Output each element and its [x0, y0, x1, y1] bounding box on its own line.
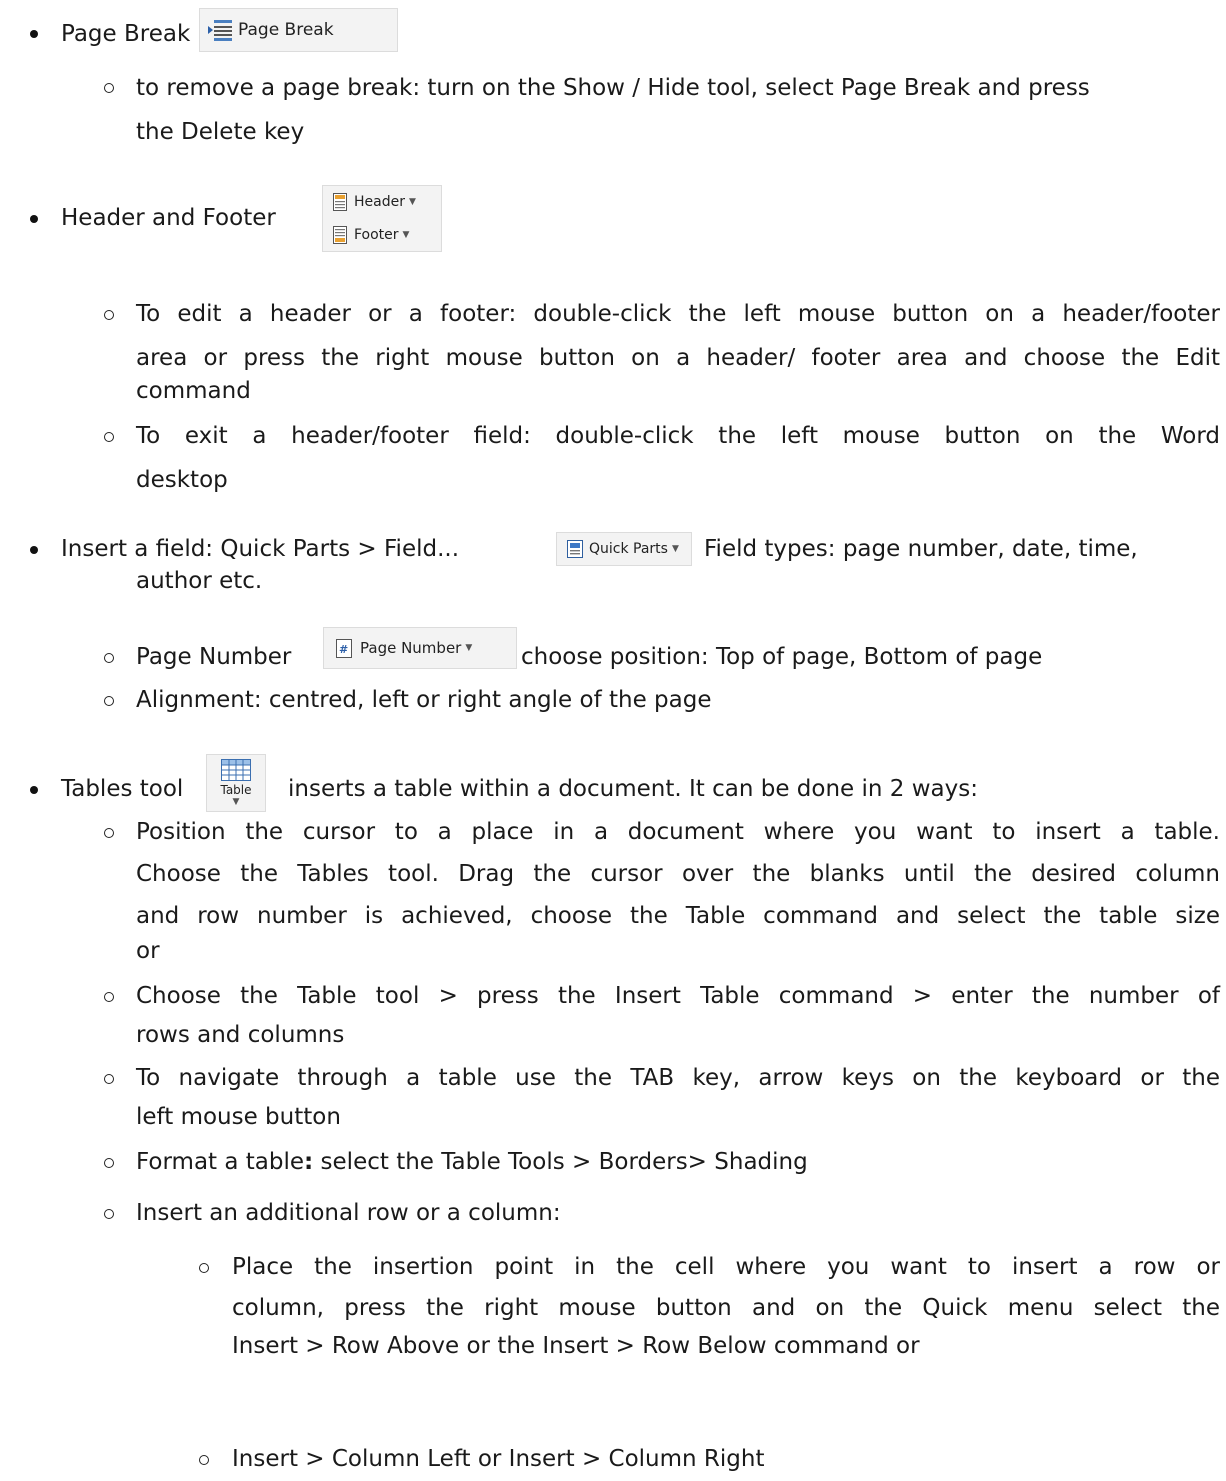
item-page-break: Page Break — [61, 21, 191, 47]
sub-bullet — [104, 1158, 114, 1168]
quick-parts-button-label: Quick Parts — [589, 541, 668, 557]
field-types-text: Field types: page number, date, time, — [704, 536, 1138, 562]
hf-exit-line-2: desktop — [136, 467, 228, 493]
tables-tool-label: Tables tool — [61, 776, 184, 802]
position-line-4: or — [136, 938, 160, 964]
header-button[interactable]: Header ▼ — [322, 185, 442, 218]
page-break-remove-line-1: to remove a page break: turn on the Show… — [136, 75, 1090, 101]
dropdown-arrow-icon: ▼ — [402, 229, 410, 240]
quick-parts-icon — [567, 540, 583, 558]
dropdown-arrow-icon: ▼ — [465, 643, 473, 653]
quick-parts-button[interactable]: Quick Parts ▼ — [556, 532, 692, 566]
sub-bullet — [104, 310, 114, 320]
sub-bullet — [104, 828, 114, 838]
header-icon — [333, 193, 347, 211]
page-number-button[interactable]: # Page Number ▼ — [323, 627, 517, 669]
navigate-line-2: left mouse button — [136, 1104, 341, 1130]
header-button-label: Header — [354, 194, 405, 210]
place-line-2: column, press the right mouse button and… — [232, 1295, 1220, 1321]
insert-row-column-text: Insert an additional row or a column: — [136, 1200, 561, 1226]
footer-button-label: Footer — [354, 226, 399, 243]
insert-field-text: Insert a field: Quick Parts > Field... — [61, 536, 460, 562]
alignment-text: Alignment: centred, left or right angle … — [136, 687, 712, 713]
bullet — [30, 546, 38, 554]
dropdown-arrow-icon: ▼ — [408, 197, 416, 207]
table-button-label: Table — [220, 783, 252, 797]
format-table-text: Format a table: select the Table Tools >… — [136, 1147, 808, 1177]
format-table-steps: select the Table Tools > Borders> Shadin… — [320, 1149, 808, 1175]
svg-text:#: # — [339, 643, 348, 656]
sub-bullet — [104, 432, 114, 442]
sub-bullet — [104, 1074, 114, 1084]
page-number-icon: # — [336, 638, 352, 658]
format-table-colon: : — [304, 1149, 314, 1175]
hf-edit-line-1: To edit a header or a footer: double-cli… — [136, 301, 1220, 327]
hf-edit-line-2: area or press the right mouse button on … — [136, 345, 1220, 371]
navigate-line-1: To navigate through a table use the TAB … — [136, 1065, 1220, 1091]
position-line-3: and row number is achieved, choose the T… — [136, 903, 1220, 929]
sub-bullet — [104, 992, 114, 1002]
sub-bullet — [104, 83, 114, 93]
place-line-1: Place the insertion point in the cell wh… — [232, 1254, 1220, 1280]
place-line-3: Insert > Row Above or the Insert > Row B… — [232, 1333, 920, 1359]
sub-sub-bullet — [199, 1263, 209, 1273]
column-left-right-text: Insert > Column Left or Insert > Column … — [232, 1446, 765, 1472]
footer-button[interactable]: Footer ▼ — [322, 218, 442, 252]
choose-line-1: Choose the Table tool > press the Insert… — [136, 983, 1220, 1009]
dropdown-arrow-icon: ▼ — [232, 797, 240, 807]
sub-sub-bullet — [199, 1455, 209, 1465]
dropdown-arrow-icon: ▼ — [671, 544, 679, 554]
field-types-text-cont: author etc. — [136, 568, 263, 594]
page-break-icon — [208, 18, 234, 42]
sub-bullet — [104, 653, 114, 663]
bullet — [30, 215, 38, 223]
choose-line-2: rows and columns — [136, 1022, 345, 1048]
hf-edit-line-3: command — [136, 378, 251, 404]
bullet — [30, 30, 38, 38]
page-break-remove-line-2: the Delete key — [136, 119, 305, 145]
hf-exit-line-1: To exit a header/footer field: double-cl… — [136, 423, 1220, 449]
sub-bullet — [104, 696, 114, 706]
page-number-button-label: Page Number — [360, 639, 462, 657]
page-number-label: Page Number — [136, 644, 292, 670]
table-button[interactable]: Table ▼ — [206, 754, 266, 812]
table-grid-icon — [221, 759, 251, 781]
page-number-position-text: choose position: Top of page, Bottom of … — [521, 644, 1043, 670]
position-line-2: Choose the Tables tool. Drag the cursor … — [136, 861, 1220, 887]
page-break-button[interactable]: Page Break — [199, 8, 398, 52]
tables-tool-description: inserts a table within a document. It ca… — [288, 776, 978, 802]
format-table-label: Format a table — [136, 1149, 305, 1175]
footer-icon — [333, 225, 347, 244]
bullet — [30, 786, 38, 794]
item-header-footer: Header and Footer — [61, 205, 276, 231]
sub-bullet — [104, 1209, 114, 1219]
page-break-button-label: Page Break — [238, 20, 334, 40]
position-line-1: Position the cursor to a place in a docu… — [136, 819, 1220, 845]
